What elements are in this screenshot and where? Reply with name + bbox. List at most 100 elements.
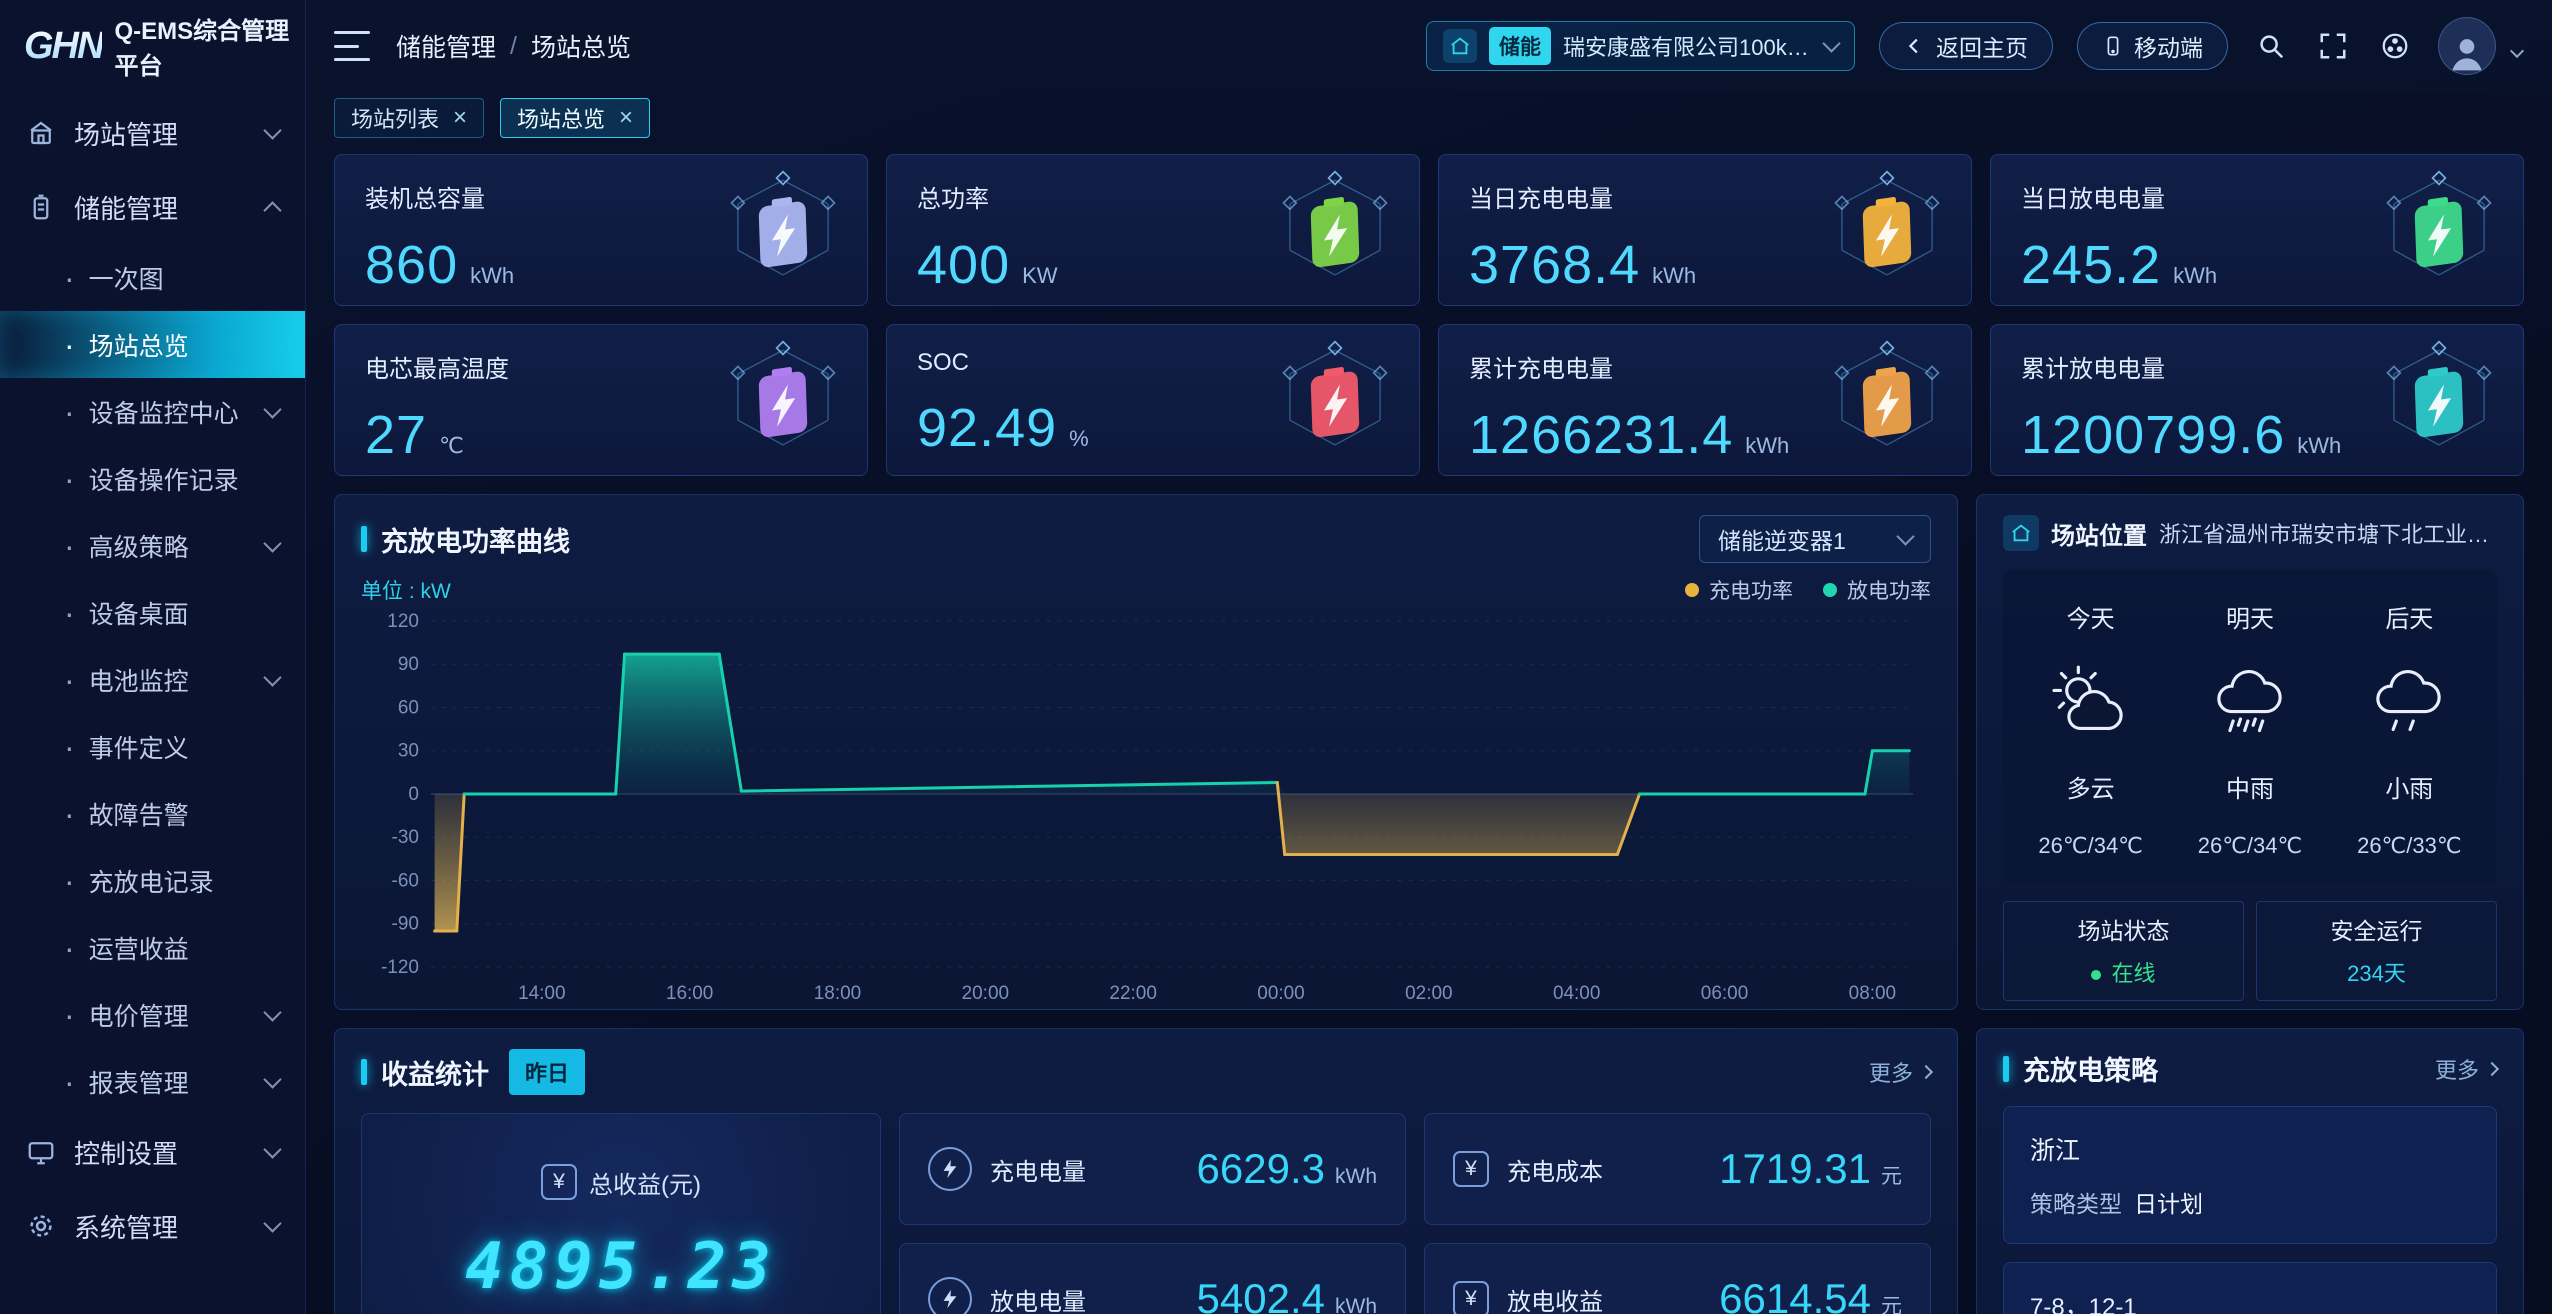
sidebar-item-battery-monitoring[interactable]: 电池监控	[0, 646, 305, 713]
open-tabs-bar: 场站列表 × 场站总览 ×	[306, 92, 2552, 144]
weather-temp: 26℃/33℃	[2357, 833, 2461, 859]
legend-discharge-power[interactable]: 放电功率	[1823, 575, 1931, 605]
stat-card-total-capacity: 装机总容量 860kWh	[334, 154, 868, 306]
app-screen: GHN Q-EMS综合管理平台 场站管理 储能管理 一次图	[0, 0, 2552, 1314]
sidebar-item-label: 充放电记录	[89, 863, 214, 899]
stat-value: 3768.4	[1469, 234, 1640, 296]
tab-station-overview[interactable]: 场站总览 ×	[500, 98, 650, 138]
strategy-card-schedule[interactable]: 7-8，12-1	[2003, 1262, 2497, 1314]
revenue-card-label: 充电电量	[990, 1152, 1086, 1187]
stat-card-total-discharge: 累计放电电量 1200799.6kWh	[1990, 324, 2524, 476]
fullscreen-icon[interactable]	[2314, 27, 2352, 65]
stat-card-grid: 装机总容量 860kWh 总功率 400KW 当日充电电量 3768.4kWh …	[334, 154, 2524, 476]
revenue-card-unit: 元	[1881, 1160, 1902, 1190]
sidebar-item-event-definition[interactable]: 事件定义	[0, 713, 305, 780]
stat-card-max-cell-temp: 电芯最高温度 27℃	[334, 324, 868, 476]
station-status-row: 场站状态 在线 安全运行 234天	[2003, 901, 2497, 1001]
revenue-more-link[interactable]: 更多	[1869, 1056, 1931, 1088]
svg-text:02:00: 02:00	[1405, 983, 1452, 1004]
sidebar-item-storage-management[interactable]: 储能管理	[0, 170, 305, 244]
sidebar-item-system-management[interactable]: 系统管理	[0, 1189, 305, 1263]
sidebar-item-device-desktop[interactable]: 设备桌面	[0, 579, 305, 646]
station-selector[interactable]: 储能 瑞安康盛有限公司100kW储能	[1426, 21, 1855, 71]
panel-title: 收益统计	[361, 1053, 489, 1092]
sidebar-item-label: 设备桌面	[89, 595, 189, 631]
close-icon[interactable]: ×	[453, 106, 467, 130]
stat-card-daily-discharge: 当日放电电量 245.2kWh	[1990, 154, 2524, 306]
more-label: 更多	[2435, 1053, 2479, 1085]
sidebar-item-label: 事件定义	[89, 729, 189, 765]
stat-value: 400	[917, 234, 1010, 296]
back-home-button[interactable]: 返回主页	[1879, 22, 2053, 70]
svg-text:120: 120	[387, 611, 419, 632]
stat-unit: kWh	[1745, 433, 1789, 459]
sidebar-item-label: 运营收益	[89, 930, 189, 966]
legend-dot	[1823, 583, 1837, 597]
sidebar-item-label: 场站管理	[74, 115, 248, 152]
user-avatar[interactable]	[2438, 17, 2496, 75]
chevron-down-icon	[263, 121, 281, 139]
search-icon[interactable]	[2252, 27, 2290, 65]
yesterday-chip[interactable]: 昨日	[509, 1049, 585, 1095]
battery-3d-icon	[1825, 169, 1949, 293]
moderate-rain-icon	[2205, 663, 2295, 739]
inverter-select[interactable]: 储能逆变器1	[1699, 515, 1931, 563]
sidebar-menu: 场站管理 储能管理 一次图 场站总览 设备监控中心 设备操作记录	[0, 92, 305, 1314]
chevron-down-icon	[263, 1140, 281, 1158]
sidebar-item-station-overview[interactable]: 场站总览	[0, 311, 305, 378]
weather-tomorrow: 明天 中雨 26℃/34℃	[2170, 599, 2329, 859]
panel-title-text: 充放电策略	[2023, 1049, 2158, 1088]
chevron-down-icon	[1822, 34, 1840, 52]
sidebar-item-station-management[interactable]: 场站管理	[0, 96, 305, 170]
svg-text:22:00: 22:00	[1109, 983, 1156, 1004]
power-curve-chart: 1209060300-30-60-90-12014:0016:0018:0020…	[361, 607, 1931, 1007]
sidebar-item-charge-discharge-log[interactable]: 充放电记录	[0, 847, 305, 914]
sidebar-item-fault-alarm[interactable]: 故障告警	[0, 780, 305, 847]
stat-value: 27	[365, 404, 427, 466]
weather-condition: 中雨	[2226, 769, 2274, 804]
collapse-menu-icon[interactable]	[334, 31, 370, 61]
home-icon	[1443, 29, 1477, 63]
revenue-card-value: 6614.54	[1719, 1275, 1871, 1314]
partly-cloudy-icon	[2046, 663, 2136, 739]
strategy-schedule: 7-8，12-1	[2030, 1287, 2470, 1314]
tab-label: 场站总览	[517, 102, 605, 134]
chevron-down-icon	[1896, 527, 1914, 545]
legend-charge-power[interactable]: 充电功率	[1685, 575, 1793, 605]
stat-unit: kWh	[2297, 433, 2341, 459]
yuan-receipt-icon: ¥	[1453, 1281, 1489, 1314]
sidebar-item-advanced-strategy[interactable]: 高级策略	[0, 512, 305, 579]
sidebar-item-device-monitoring-center[interactable]: 设备监控中心	[0, 378, 305, 445]
sidebar-item-label: 电价管理	[89, 997, 189, 1033]
breadcrumb-section[interactable]: 储能管理	[396, 28, 496, 64]
sidebar-item-control-settings[interactable]: 控制设置	[0, 1115, 305, 1189]
charge-energy-card: 充电电量 6629.3kWh	[899, 1113, 1406, 1225]
chevron-down-icon	[263, 668, 281, 686]
tab-station-list[interactable]: 场站列表 ×	[334, 98, 484, 138]
control-settings-icon	[26, 1137, 56, 1167]
app-switcher-icon[interactable]	[2376, 27, 2414, 65]
weather-temp: 26℃/34℃	[2038, 833, 2142, 859]
strategy-more-link[interactable]: 更多	[2435, 1053, 2497, 1085]
chevron-down-icon	[263, 1070, 281, 1088]
close-icon[interactable]: ×	[619, 106, 633, 130]
back-home-label: 返回主页	[1936, 29, 2028, 63]
page-content: 装机总容量 860kWh 总功率 400KW 当日充电电量 3768.4kWh …	[306, 144, 2552, 1314]
sidebar-item-report-management[interactable]: 报表管理	[0, 1048, 305, 1115]
more-label: 更多	[1869, 1056, 1913, 1088]
chevron-down-icon[interactable]	[2510, 44, 2524, 58]
breadcrumb-page: 场站总览	[531, 28, 631, 64]
tab-label: 场站列表	[351, 102, 439, 134]
sidebar-item-operation-revenue[interactable]: 运营收益	[0, 914, 305, 981]
sidebar-item-label: 一次图	[89, 260, 164, 296]
gear-icon	[26, 1211, 56, 1241]
sidebar-item-primary-diagram[interactable]: 一次图	[0, 244, 305, 311]
strategy-card-region[interactable]: 浙江 策略类型 日计划	[2003, 1106, 2497, 1244]
sidebar-item-price-management[interactable]: 电价管理	[0, 981, 305, 1048]
svg-text:-90: -90	[392, 914, 419, 935]
mobile-button[interactable]: 移动端	[2077, 22, 2228, 70]
panel-title: 充放电功率曲线	[361, 520, 570, 559]
weather-day-label: 今天	[2067, 599, 2115, 634]
home-icon	[2003, 515, 2039, 551]
sidebar-item-device-operation-log[interactable]: 设备操作记录	[0, 445, 305, 512]
